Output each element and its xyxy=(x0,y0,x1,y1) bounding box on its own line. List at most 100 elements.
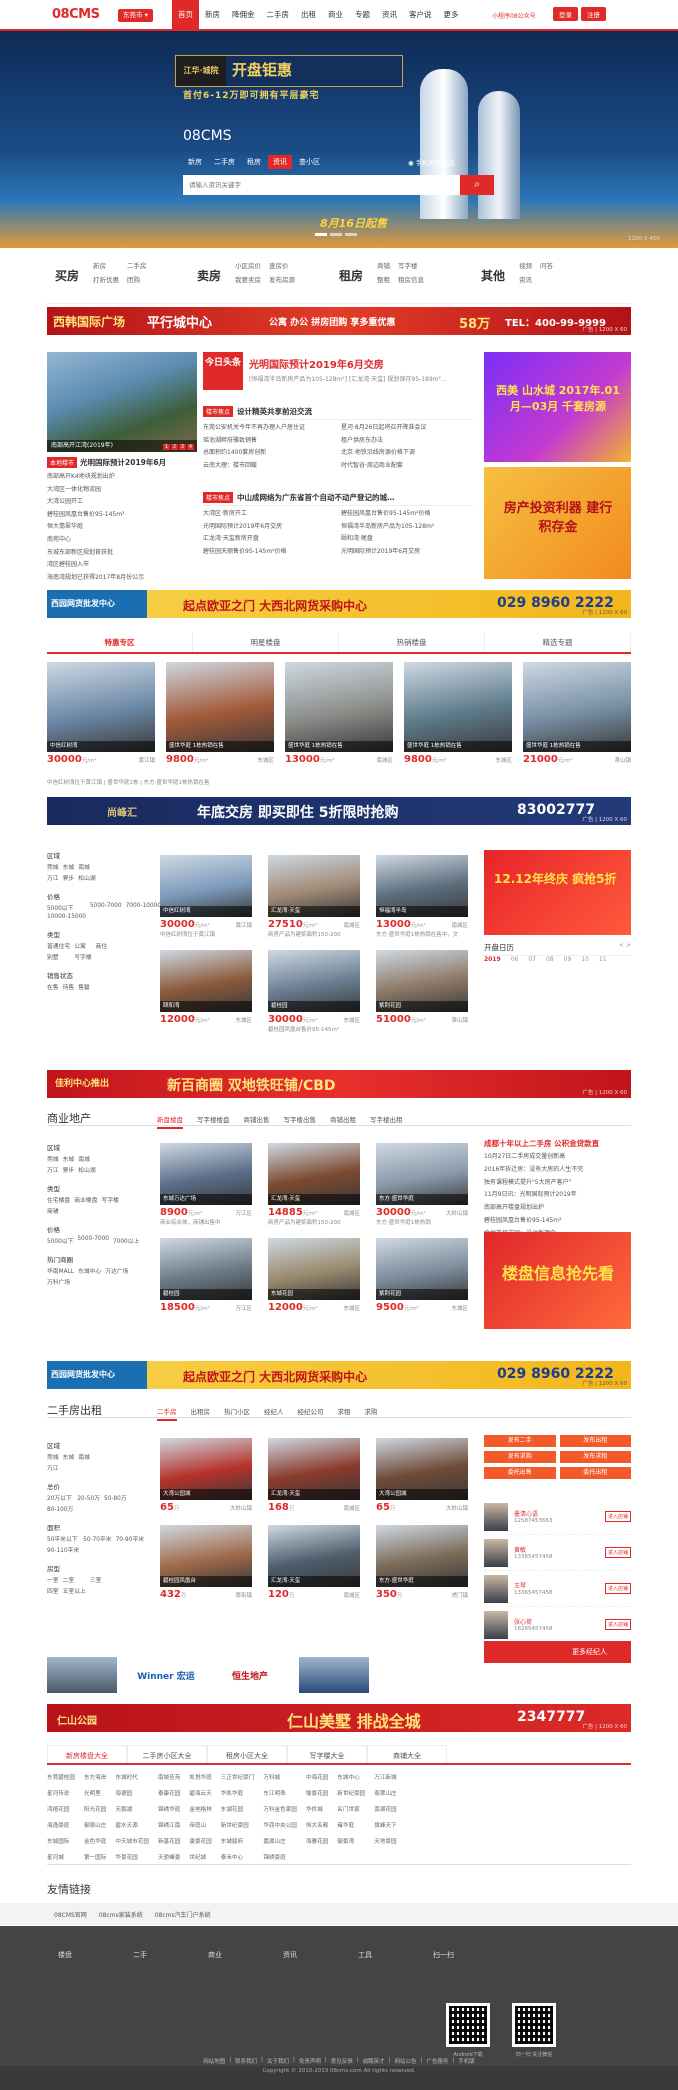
news-item[interactable]: 南部高开K4地块规划出炉 xyxy=(47,471,197,484)
nav-item[interactable]: 商业 xyxy=(322,0,349,29)
news-item[interactable]: 星河·8月26日起将召开降准会议 xyxy=(341,422,473,435)
photo-pager[interactable]: 1 2 3 4 xyxy=(163,444,194,450)
wechat-link[interactable]: 小程序08公众号 xyxy=(492,11,536,20)
directory-item[interactable]: 恒大名都 xyxy=(306,1821,328,1829)
nav-item[interactable]: 客户说 xyxy=(403,0,438,29)
directory-item[interactable]: 锦绣华庭 xyxy=(158,1805,180,1813)
filter-option[interactable]: 70-90平米 xyxy=(116,1534,144,1543)
news-item[interactable]: 大湾区一体化物流园 xyxy=(47,484,197,497)
filter-option[interactable]: 售罄 xyxy=(78,982,90,991)
filter-option[interactable]: 80-100万 xyxy=(47,1504,73,1513)
filter-option[interactable]: 三室 xyxy=(90,1575,102,1584)
property-photo[interactable]: 东城花园 xyxy=(268,1238,360,1300)
calendar-nav[interactable]: < > xyxy=(619,942,631,949)
property-photo[interactable]: 恒福湾半岛 xyxy=(376,855,468,917)
ad-banner-5[interactable]: 西园网货批发中心 起点欧亚之门 大西北网货采购中心 029 8960 2222 … xyxy=(47,1361,631,1389)
publish-button[interactable]: 委托出租 xyxy=(559,1467,631,1479)
directory-item[interactable]: 世纪城 xyxy=(189,1853,211,1861)
property-card[interactable]: 碧桂园 18500元/m² 万江区 xyxy=(160,1238,252,1313)
special-tab[interactable]: 热销楼盘 xyxy=(339,632,485,652)
footer-link[interactable]: 网站公告 xyxy=(394,2057,416,2065)
nav-item[interactable]: 专题 xyxy=(349,0,376,29)
quick-link[interactable]: 二手房 xyxy=(127,260,147,270)
register-button[interactable]: 注册 xyxy=(581,7,606,21)
footer-link[interactable]: 广告服务 xyxy=(426,2057,448,2065)
filter-option[interactable]: 一室 xyxy=(47,1575,59,1584)
property-card[interactable]: 东城花园 12000元/m² 东城区 xyxy=(268,1238,360,1313)
news-item[interactable]: 海南湾规划已获得2017年8月份公示 xyxy=(47,572,197,585)
directory-item[interactable]: 星河城 xyxy=(47,1853,75,1861)
filter-option[interactable]: 20万以下 xyxy=(47,1493,73,1502)
property-photo[interactable]: 大湾公园城 xyxy=(376,1438,468,1500)
property-card[interactable]: 紫荆花园 51000元/m² 茶山镇 xyxy=(376,950,468,1033)
property-card[interactable]: 盛世华庭 1栋热销在售 13000元/m² 南城区 xyxy=(285,662,393,774)
news-item[interactable]: 东莞公安机关今年不再办理入户居住证 xyxy=(203,422,335,435)
property-card[interactable]: 紫荆花园 9500元/m² 东城区 xyxy=(376,1238,468,1313)
footer-column-title[interactable]: 工具 xyxy=(358,1950,433,1960)
publish-button[interactable]: 发布二手 xyxy=(484,1435,556,1447)
filter-option[interactable]: 50-80万 xyxy=(104,1493,127,1502)
quick-link[interactable]: 团购 xyxy=(127,274,147,284)
property-photo[interactable]: 盛世华庭 1栋热销在售 xyxy=(523,662,631,752)
quick-link[interactable]: 发布房源 xyxy=(269,274,295,284)
filter-option[interactable]: 20-50万 xyxy=(77,1493,100,1502)
news-item[interactable]: 2016年拆迁房：没有大房的人生不完 xyxy=(484,1164,631,1177)
calendar-day[interactable]: 10 xyxy=(581,956,589,963)
section-tab[interactable]: 热门小区 xyxy=(224,1406,250,1421)
filter-option[interactable]: 万江 xyxy=(47,1165,59,1174)
commercial-ad[interactable]: 楼盘信息抢先看 xyxy=(484,1232,631,1329)
news-item[interactable]: 南苑中心 xyxy=(47,534,197,547)
quick-link[interactable]: 小区房价 xyxy=(235,260,261,270)
quick-link[interactable]: 我要卖房 xyxy=(235,274,261,284)
directory-item[interactable]: 东莞碧桂园 xyxy=(47,1773,75,1781)
quick-link[interactable]: 资讯 xyxy=(519,274,532,284)
footer-link[interactable]: 诚聘英才 xyxy=(363,2057,385,2065)
directory-item[interactable]: 东城时代 xyxy=(115,1773,149,1781)
property-photo[interactable]: 颐和湾 xyxy=(160,950,252,1012)
property-photo[interactable]: 紫荆花园 xyxy=(376,950,468,1012)
section-tab[interactable]: 商铺出租 xyxy=(330,1114,356,1129)
directory-item[interactable]: 天骄峰景 xyxy=(158,1853,180,1861)
calendar-day[interactable]: 2019 xyxy=(484,956,501,963)
filter-option[interactable]: 5000以下 xyxy=(47,1236,73,1245)
directory-tab[interactable]: 二手房小区大全 xyxy=(127,1745,207,1763)
carousel-dot[interactable] xyxy=(345,233,357,236)
partner-logo[interactable] xyxy=(299,1657,369,1693)
property-photo[interactable]: 东方·盛世华庭 xyxy=(376,1525,468,1587)
directory-item[interactable]: 东城中心 xyxy=(337,1773,365,1781)
directory-item[interactable]: 万科城 xyxy=(263,1773,297,1781)
property-card[interactable]: 中信红树湾 30000元/m² 黄江镇 中信红树湾位于黄江镇 xyxy=(160,855,252,938)
login-button[interactable]: 登录 xyxy=(553,7,578,21)
quick-link[interactable]: 问答 xyxy=(540,260,553,270)
partner-logo[interactable]: Winner 宏运 xyxy=(131,1657,201,1693)
special-tab[interactable]: 明星楼盘 xyxy=(193,632,339,652)
filter-option[interactable]: 商业楼盘 xyxy=(74,1195,97,1204)
agent-shop-button[interactable]: 进入店铺 xyxy=(604,1583,631,1594)
footer-column-title[interactable]: 扫一扫 xyxy=(433,1950,508,1960)
news-item[interactable]: 总面积约1400套房创新 xyxy=(203,447,335,460)
directory-item[interactable]: 骏景花园 xyxy=(189,1837,211,1845)
nav-item[interactable]: 更多 xyxy=(438,0,465,29)
directory-tab[interactable]: 商铺大全 xyxy=(367,1745,447,1763)
agent-shop-button[interactable]: 进入店铺 xyxy=(604,1547,631,1558)
directory-item[interactable]: 华侨城 xyxy=(306,1805,328,1813)
directory-item[interactable]: 御景湾 xyxy=(337,1837,365,1845)
filter-option[interactable]: 写字楼 xyxy=(74,952,91,961)
property-card[interactable]: 碧桂园凤凰台 432万 厚街镇 xyxy=(160,1525,252,1600)
filter-option[interactable]: 华南MALL xyxy=(47,1266,74,1275)
footer-link[interactable]: 免责声明 xyxy=(299,2057,321,2065)
section-tab[interactable]: 写字楼出售 xyxy=(284,1114,317,1129)
news-item[interactable]: 独有课程模式提升"5大房产客户" xyxy=(484,1177,631,1190)
publish-button[interactable]: 发布求租 xyxy=(559,1451,631,1463)
filter-option[interactable]: 7000-10000 xyxy=(126,903,161,912)
search-tab[interactable]: 资讯 xyxy=(268,155,292,169)
filter-option[interactable]: 松山湖 xyxy=(78,873,95,882)
directory-item[interactable]: 鸿禧花园 xyxy=(47,1805,75,1813)
news-section-title[interactable]: 设计精英共享前沿交流 xyxy=(237,406,312,417)
partner-logo[interactable] xyxy=(383,1657,453,1693)
property-photo[interactable]: 盛世华庭 1栋热销在售 xyxy=(404,662,512,752)
agent-name[interactable]: 王琴 xyxy=(514,1581,553,1590)
filter-option[interactable]: 5000-7000 xyxy=(77,1236,109,1245)
filter-option[interactable]: 万江 xyxy=(47,1463,59,1472)
directory-item[interactable]: 天鹅湖 xyxy=(115,1805,149,1813)
